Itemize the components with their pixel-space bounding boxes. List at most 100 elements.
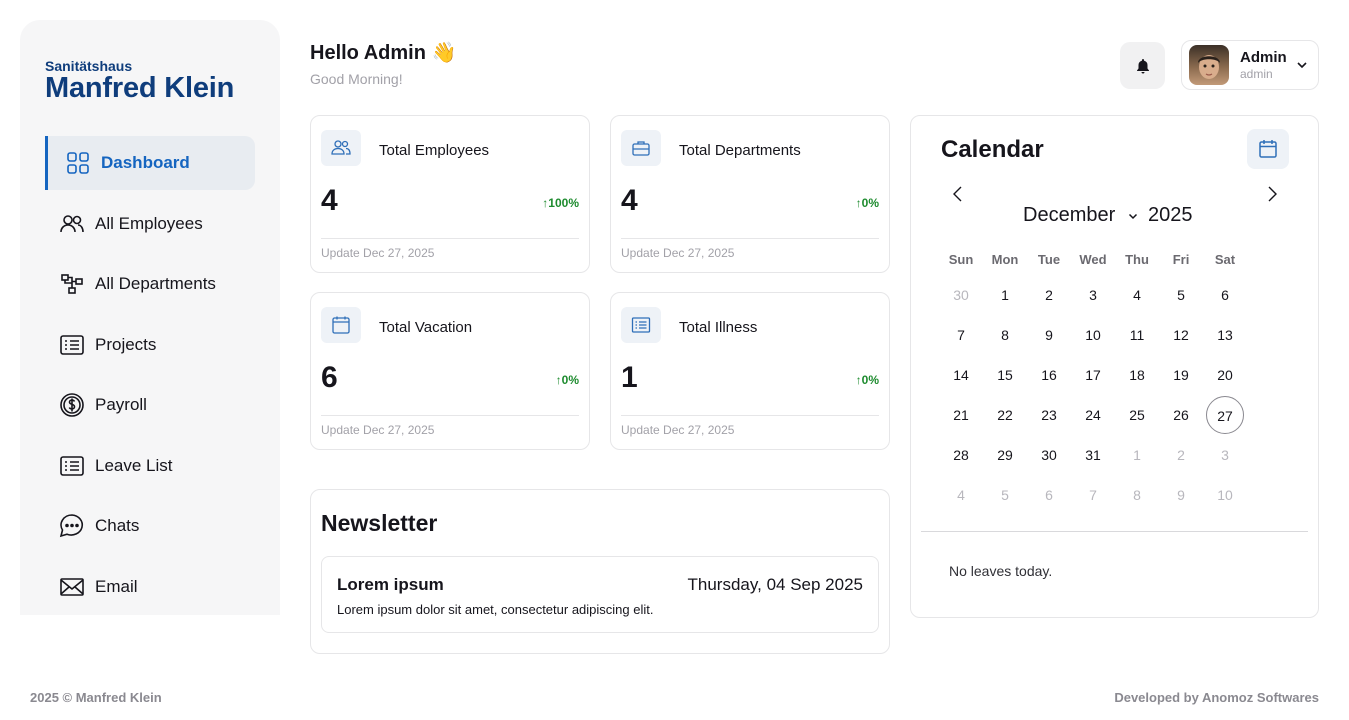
calendar-day[interactable]: 10 (1074, 316, 1112, 354)
stat-card-vacation: Total Vacation 6 ↑0% Update Dec 27, 2025 (310, 292, 590, 450)
grid-icon (67, 152, 89, 174)
calendar-day[interactable]: 26 (1162, 396, 1200, 434)
stat-label: Total Employees (379, 142, 490, 159)
list-icon (60, 456, 84, 476)
sidebar-item-all-employees[interactable]: All Employees (45, 197, 255, 251)
calendar-day[interactable]: 14 (942, 356, 980, 394)
calendar-day[interactable]: 2 (1162, 436, 1200, 474)
calendar-day-today[interactable]: 27 (1206, 396, 1244, 434)
profile-menu[interactable]: Admin admin (1181, 40, 1319, 90)
calendar-day[interactable]: 5 (986, 476, 1024, 514)
calendar-day[interactable]: 20 (1206, 356, 1244, 394)
calendar-icon (321, 307, 361, 343)
list-icon (621, 307, 661, 343)
stat-change: ↑0% (555, 373, 579, 387)
calendar-day[interactable]: 24 (1074, 396, 1112, 434)
calendar-title: Calendar (941, 136, 1044, 163)
stat-label: Total Illness (679, 319, 758, 336)
calendar-day[interactable]: 8 (986, 316, 1024, 354)
newsletter-item[interactable]: Lorem ipsum Thursday, 04 Sep 2025 Lorem … (321, 556, 879, 633)
stat-updated: Update Dec 27, 2025 (321, 246, 435, 260)
newsletter-item-date: Thursday, 04 Sep 2025 (687, 575, 863, 594)
sidebar-item-label: Payroll (95, 395, 147, 414)
calendar-day[interactable]: 11 (1118, 316, 1156, 354)
calendar-day[interactable]: 9 (1030, 316, 1068, 354)
calendar-day[interactable]: 8 (1118, 476, 1156, 514)
calendar-day[interactable]: 2 (1030, 276, 1068, 314)
stat-value: 4 (621, 184, 638, 217)
year-label[interactable]: 2025 (1148, 204, 1193, 227)
stat-card-departments: Total Departments 4 ↑0% Update Dec 27, 2… (610, 115, 890, 273)
chevron-left-icon[interactable] (951, 184, 965, 204)
calendar-day[interactable]: 12 (1162, 316, 1200, 354)
calendar-day[interactable]: 16 (1030, 356, 1068, 394)
sidebar-item-label: Leave List (95, 456, 173, 475)
sidebar-item-projects[interactable]: Projects (45, 318, 255, 372)
profile-name: Admin (1240, 49, 1287, 66)
calendar-day[interactable]: 9 (1162, 476, 1200, 514)
brand-logo[interactable]: Sanitätshaus Manfred Klein (45, 58, 234, 103)
calendar-day[interactable]: 4 (1118, 276, 1156, 314)
calendar-day[interactable]: 29 (986, 436, 1024, 474)
calendar-day[interactable]: 7 (1074, 476, 1112, 514)
sidebar-item-label: All Employees (95, 214, 203, 233)
stat-change: ↑100% (542, 196, 579, 210)
calendar-day[interactable]: 1 (986, 276, 1024, 314)
users-icon (60, 215, 84, 233)
month-select[interactable]: December (1023, 204, 1115, 227)
calendar-day[interactable]: 13 (1206, 316, 1244, 354)
calendar-day[interactable]: 30 (942, 276, 980, 314)
calendar-day[interactable]: 31 (1074, 436, 1112, 474)
stat-value: 6 (321, 361, 338, 394)
calendar-day[interactable]: 25 (1118, 396, 1156, 434)
calendar-day[interactable]: 3 (1206, 436, 1244, 474)
calendar-empty-message: No leaves today. (949, 563, 1053, 579)
calendar-day[interactable]: 3 (1074, 276, 1112, 314)
profile-role: admin (1240, 67, 1273, 81)
calendar-day[interactable]: 21 (942, 396, 980, 434)
calendar-day[interactable]: 6 (1206, 276, 1244, 314)
chevron-down-icon[interactable] (1127, 210, 1139, 222)
divider (921, 531, 1308, 532)
calendar-panel: Calendar December 2025 Sun Mon Tue Wed Thu Fr… (910, 115, 1319, 618)
calendar-day[interactable]: 1 (1118, 436, 1156, 474)
newsletter-panel: Newsletter Lorem ipsum Thursday, 04 Sep … (310, 489, 890, 654)
stat-updated: Update Dec 27, 2025 (621, 423, 735, 437)
newsletter-item-heading: Lorem ipsum (337, 575, 444, 594)
calendar-day[interactable]: 4 (942, 476, 980, 514)
footer-credit: Developed by Anomoz Softwares (1114, 690, 1319, 705)
stat-value: 1 (621, 361, 638, 394)
chevron-right-icon[interactable] (1265, 184, 1279, 204)
calendar-day[interactable]: 17 (1074, 356, 1112, 394)
sidebar-item-payroll[interactable]: Payroll (45, 378, 255, 432)
sidebar-item-all-departments[interactable]: All Departments (45, 257, 255, 311)
calendar-button[interactable] (1247, 129, 1289, 169)
calendar-day[interactable]: 7 (942, 316, 980, 354)
calendar-day[interactable]: 5 (1162, 276, 1200, 314)
notification-button[interactable] (1120, 42, 1165, 89)
calendar-day[interactable]: 15 (986, 356, 1024, 394)
calendar-day[interactable]: 28 (942, 436, 980, 474)
sidebar-item-label: Dashboard (101, 153, 190, 172)
stat-label: Total Vacation (379, 319, 473, 336)
bell-icon (1136, 58, 1149, 73)
sidebar-item-chats[interactable]: Chats (45, 499, 255, 553)
sidebar-item-leave-list[interactable]: Leave List (45, 439, 255, 493)
sidebar-item-dashboard[interactable]: Dashboard (45, 136, 255, 190)
stat-card-illness: Total Illness 1 ↑0% Update Dec 27, 2025 (610, 292, 890, 450)
calendar-day[interactable]: 18 (1118, 356, 1156, 394)
weekday-label: Wed (1079, 252, 1107, 267)
divider (321, 415, 579, 416)
sidebar: Sanitätshaus Manfred Klein Dashboard All… (20, 20, 280, 615)
calendar-day[interactable]: 30 (1030, 436, 1068, 474)
calendar-day[interactable]: 6 (1030, 476, 1068, 514)
calendar-day[interactable]: 19 (1162, 356, 1200, 394)
calendar-day[interactable]: 10 (1206, 476, 1244, 514)
calendar-day[interactable]: 23 (1030, 396, 1068, 434)
sidebar-item-email[interactable]: Email (45, 560, 255, 614)
list-icon (60, 335, 84, 355)
stat-updated: Update Dec 27, 2025 (321, 423, 435, 437)
calendar-day[interactable]: 22 (986, 396, 1024, 434)
divider (621, 415, 879, 416)
weekday-label: Sat (1214, 252, 1236, 267)
